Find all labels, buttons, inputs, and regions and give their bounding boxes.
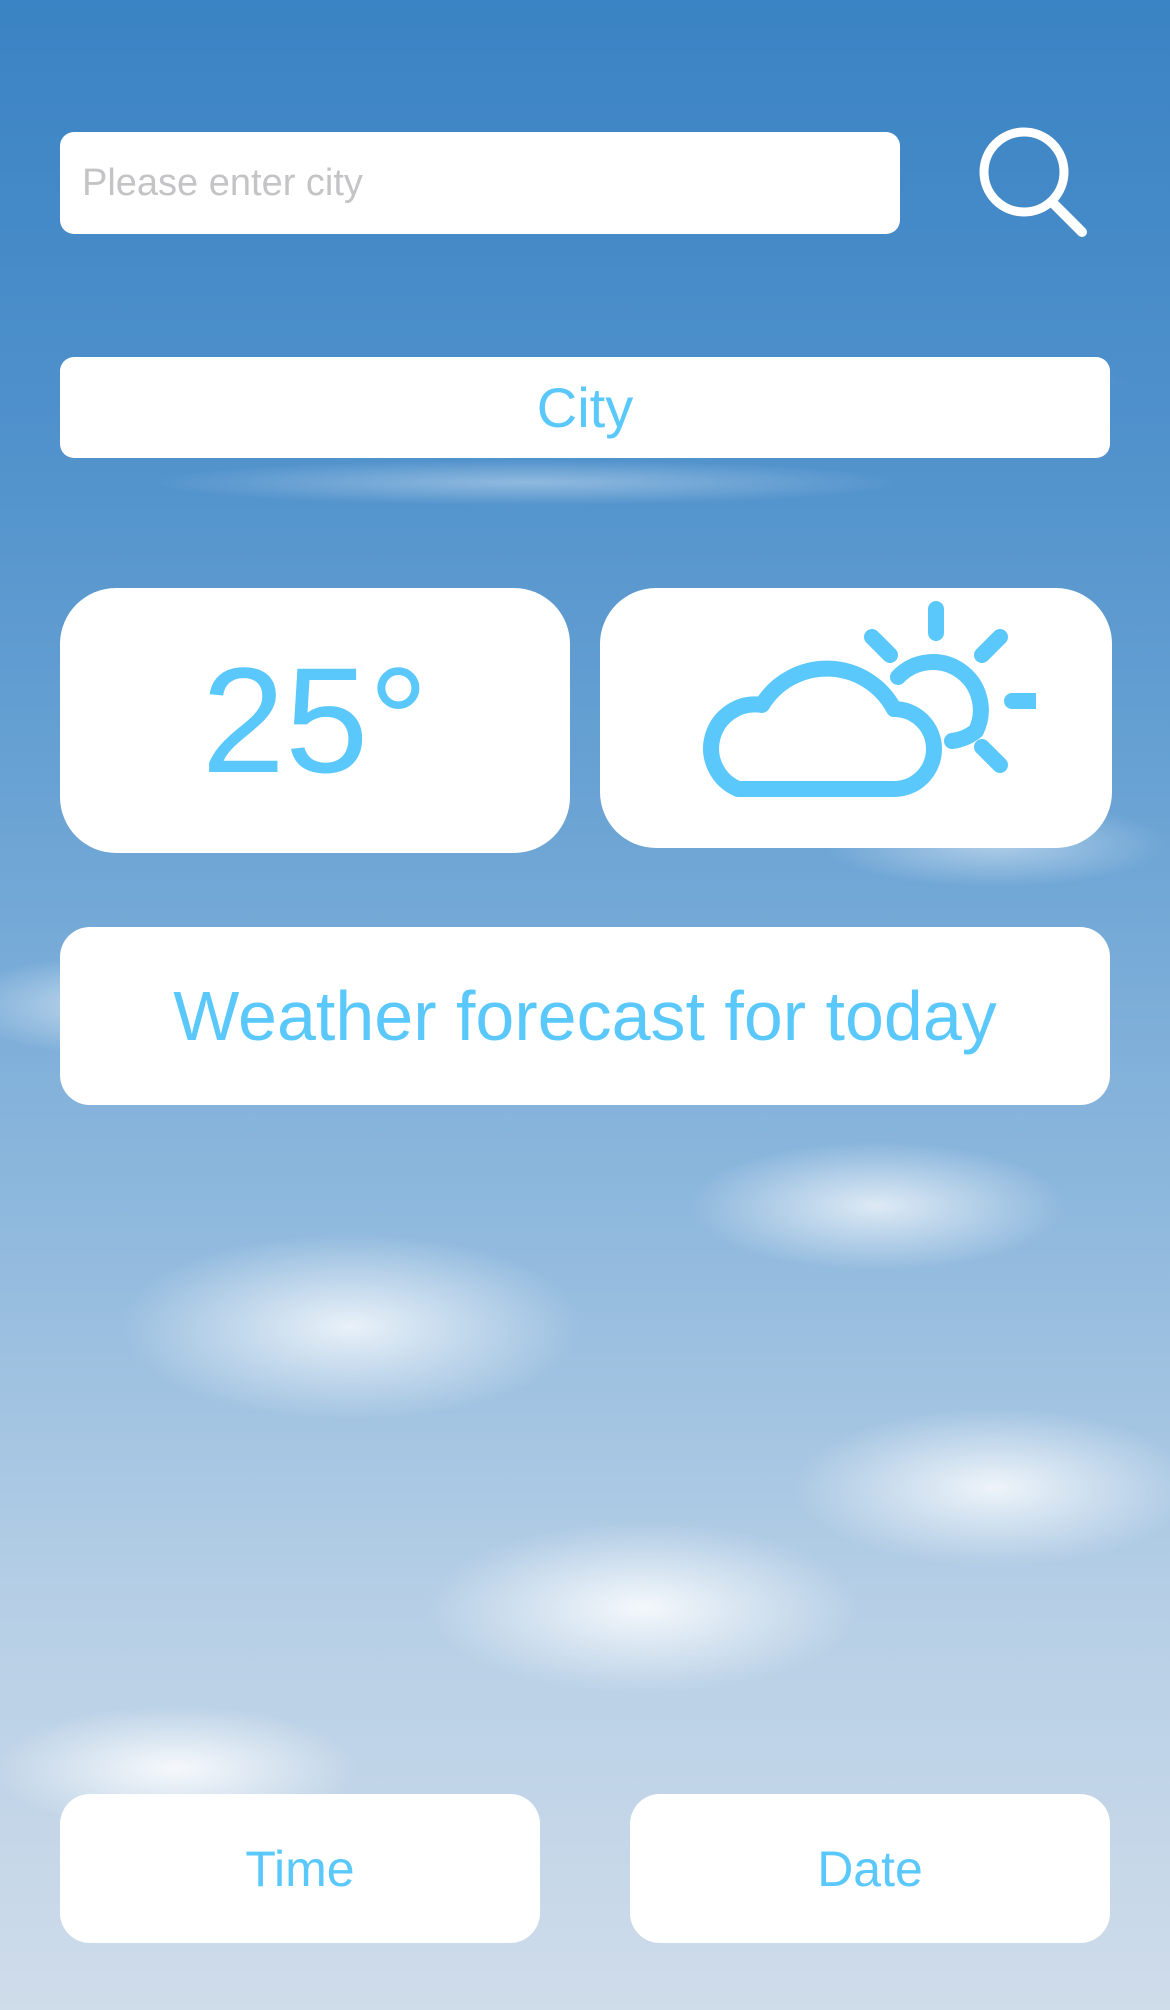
time-button-label: Time <box>245 1840 355 1897</box>
time-button[interactable]: Time <box>60 1794 540 1943</box>
date-button-label: Date <box>817 1840 923 1897</box>
search-icon <box>979 127 1087 237</box>
temperature-value: 25° <box>201 636 429 804</box>
city-label-text: City <box>536 376 634 439</box>
forecast-label: Weather forecast for today <box>60 927 1110 1105</box>
partly-cloudy-icon <box>703 601 1036 797</box>
temperature-card: 25° <box>60 588 570 853</box>
search-button[interactable] <box>968 118 1098 248</box>
date-button[interactable]: Date <box>630 1794 1110 1943</box>
city-search-input[interactable] <box>60 132 900 234</box>
weather-icon-card <box>600 588 1112 848</box>
forecast-label-text: Weather forecast for today <box>173 977 997 1055</box>
city-label: City <box>60 357 1110 458</box>
